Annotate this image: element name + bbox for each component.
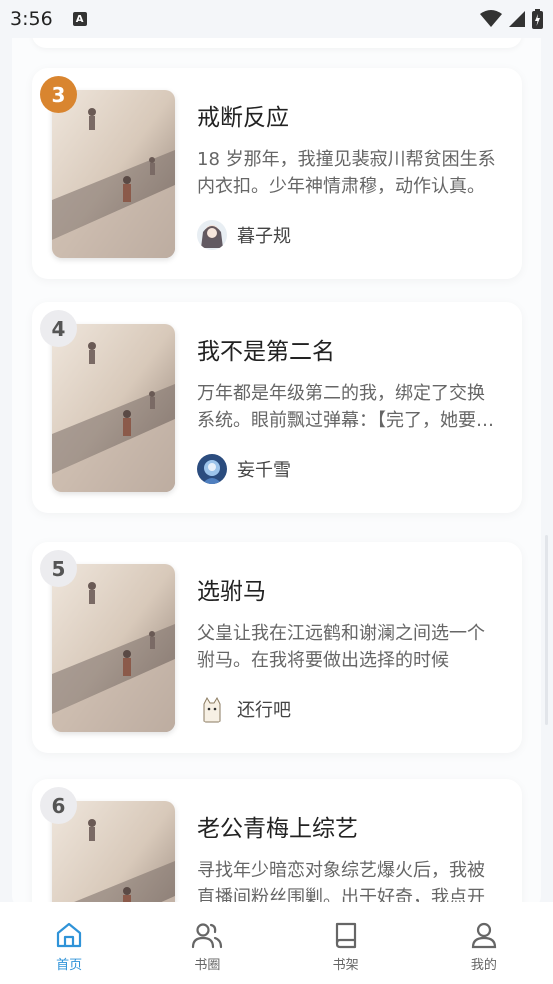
book-cover bbox=[52, 90, 175, 258]
book-author: 暮子规 bbox=[197, 220, 291, 250]
blue-avatar-icon bbox=[197, 454, 227, 484]
ranking-list: 3 戒断反应 18 岁那年，我撞见裴寂川帮贫困生系内衣扣。少年神情肃穆，动作认真… bbox=[12, 38, 541, 908]
book-title: 选驸马 bbox=[197, 579, 266, 605]
rank-badge: 6 bbox=[40, 787, 77, 824]
signal-icon bbox=[509, 11, 525, 27]
book-author: 妄千雪 bbox=[197, 454, 291, 484]
bottom-tab-bar: 首页 书圈 书架 我的 bbox=[0, 902, 553, 984]
profile-icon bbox=[471, 922, 496, 949]
status-time: 3:56 bbox=[10, 8, 53, 30]
previous-card-edge bbox=[32, 38, 522, 48]
book-title: 我不是第二名 bbox=[197, 339, 335, 365]
tab-bookshelf[interactable]: 书架 bbox=[277, 902, 415, 984]
book-card[interactable]: 4 我不是第二名 万年都是年级第二的我，绑定了交换系统。眼前飘过弹幕：【完了，她… bbox=[32, 302, 522, 513]
tab-label: 书圈 bbox=[194, 958, 221, 973]
wifi-icon bbox=[480, 10, 502, 27]
book-description: 寻找年少暗恋对象综艺爆火后，我被直播间粉丝围剿。出于好奇，我点开 bbox=[197, 860, 485, 908]
tab-circle[interactable]: 书圈 bbox=[138, 902, 276, 984]
cat-avatar-icon bbox=[197, 694, 227, 724]
notification-icon: A bbox=[72, 12, 87, 26]
scrollbar[interactable] bbox=[545, 535, 548, 725]
rank-badge: 5 bbox=[40, 550, 77, 587]
book-card[interactable]: 3 戒断反应 18 岁那年，我撞见裴寂川帮贫困生系内衣扣。少年神情肃穆，动作认真… bbox=[32, 68, 522, 279]
tab-label: 书架 bbox=[332, 958, 359, 973]
book-icon bbox=[335, 922, 356, 949]
tab-label: 我的 bbox=[470, 958, 497, 973]
book-title: 老公青梅上综艺 bbox=[197, 816, 358, 842]
girl-avatar-icon bbox=[197, 220, 227, 250]
tab-mine[interactable]: 我的 bbox=[415, 902, 553, 984]
book-title: 戒断反应 bbox=[197, 105, 289, 131]
author-name: 暮子规 bbox=[237, 226, 291, 247]
tab-label: 首页 bbox=[56, 958, 83, 973]
book-description: 父皇让我在江远鹤和谢澜之间选一个驸马。在我将要做出选择的时候 bbox=[197, 623, 485, 671]
book-card[interactable]: 5 选驸马 父皇让我在江远鹤和谢澜之间选一个驸马。在我将要做出选择的时候 还行吧 bbox=[32, 542, 522, 753]
book-author: 还行吧 bbox=[197, 694, 291, 724]
rank-badge: 3 bbox=[40, 76, 77, 113]
battery-icon bbox=[532, 9, 543, 29]
author-name: 还行吧 bbox=[237, 700, 291, 721]
users-icon bbox=[192, 923, 223, 949]
book-description: 万年都是年级第二的我，绑定了交换系统。眼前飘过弹幕：【完了，她要来了】 bbox=[197, 383, 494, 431]
tab-home[interactable]: 首页 bbox=[0, 902, 138, 984]
book-description: 18 岁那年，我撞见裴寂川帮贫困生系内衣扣。少年神情肃穆，动作认真。 bbox=[197, 149, 496, 197]
book-card[interactable]: 6 老公青梅上综艺 寻找年少暗恋对象综艺爆火后，我被直播间粉丝围剿。出于好奇，我… bbox=[32, 779, 522, 908]
status-icons bbox=[480, 9, 543, 29]
home-icon bbox=[57, 922, 82, 948]
book-cover bbox=[52, 564, 175, 732]
rank-badge: 4 bbox=[40, 310, 77, 347]
status-bar: 3:56 A bbox=[0, 0, 553, 38]
author-name: 妄千雪 bbox=[237, 460, 291, 481]
book-cover bbox=[52, 324, 175, 492]
